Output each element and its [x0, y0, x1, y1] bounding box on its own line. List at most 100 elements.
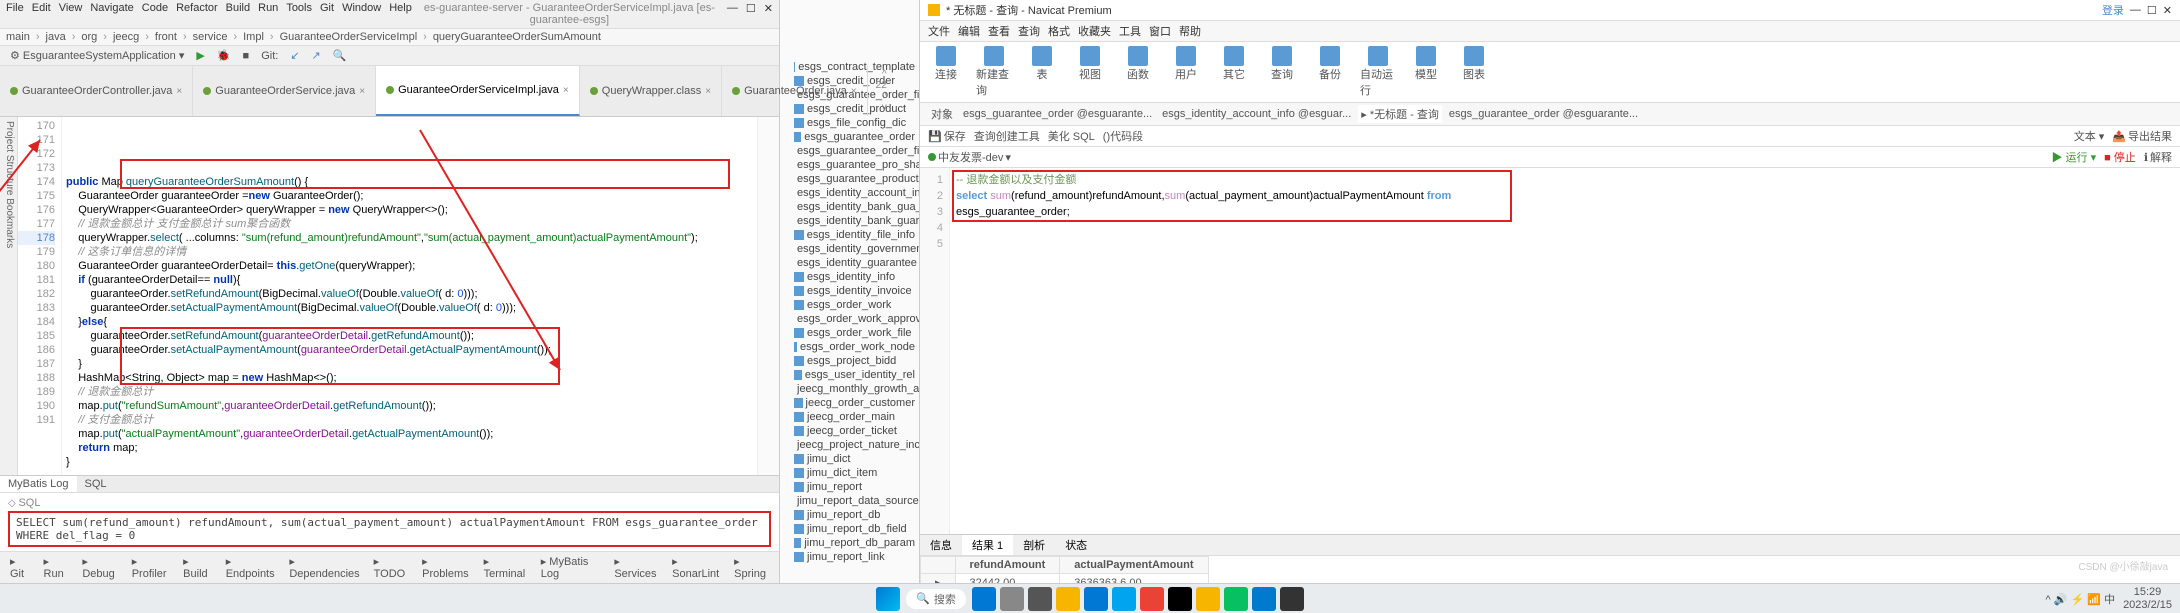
search-icon[interactable]: 🔍	[329, 48, 351, 63]
tree-item[interactable]: jeecg_project_nature_income	[780, 438, 919, 452]
nav-menu-item[interactable]: 帮助	[1179, 23, 1201, 39]
max-button[interactable]: ☐	[2147, 4, 2157, 17]
menu-edit[interactable]: Edit	[32, 2, 51, 26]
min-button[interactable]: —	[2130, 4, 2141, 16]
tree-item[interactable]: jimu_report_link	[780, 550, 919, 564]
tab-close-icon[interactable]: ×	[851, 86, 857, 97]
query-builder-button[interactable]: 查询创建工具	[974, 128, 1040, 144]
crumb-5[interactable]: service	[193, 31, 228, 43]
tree-item[interactable]: esgs_identity_bank_gua_rel	[780, 200, 919, 214]
tray-icon[interactable]: ⚡	[2071, 594, 2088, 606]
tree-item[interactable]: esgs_identity_invoice	[780, 284, 919, 298]
taskbar-explorer[interactable]	[1056, 587, 1080, 611]
col-header[interactable]: actualPaymentAmount	[1060, 557, 1208, 574]
tree-item[interactable]: esgs_identity_file_info	[780, 228, 919, 242]
crumb-4[interactable]: front	[155, 31, 177, 43]
tool-problems[interactable]: ▸ Problems	[418, 554, 473, 581]
min-button[interactable]: —	[727, 2, 738, 26]
tree-item[interactable]: jimu_dict	[780, 452, 919, 466]
tool-run[interactable]: ▸ Run	[40, 554, 73, 581]
toolbar-query[interactable]: 新建查询	[976, 46, 1012, 98]
tool-build[interactable]: ▸ Build	[179, 554, 216, 581]
nav-menu-item[interactable]: 窗口	[1149, 23, 1171, 39]
result-tab-3[interactable]: 状态	[1055, 535, 1097, 555]
tree-item[interactable]: esgs_project_bidd	[780, 354, 919, 368]
menu-refactor[interactable]: Refactor	[176, 2, 218, 26]
toolbar-backup[interactable]: 备份	[1312, 46, 1348, 98]
tree-item[interactable]: esgs_identity_bank_guarantee	[780, 214, 919, 228]
tree-item[interactable]: jimu_report_db_param	[780, 536, 919, 550]
explain-button[interactable]: ℹ 解释	[2144, 149, 2172, 165]
tray-icon[interactable]: 🔊	[2054, 594, 2071, 606]
menu-tools[interactable]: Tools	[286, 2, 312, 26]
menu-window[interactable]: Window	[342, 2, 381, 26]
toolbar-plug[interactable]: 连接	[928, 46, 964, 98]
tool-mybatislog[interactable]: ▸ MyBatis Log	[537, 554, 605, 581]
tree-item[interactable]: jimu_report_data_source	[780, 494, 919, 508]
menu-help[interactable]: Help	[389, 2, 412, 26]
minimap[interactable]	[757, 117, 779, 475]
toolbar-fx[interactable]: 函数	[1120, 46, 1156, 98]
run-button[interactable]: ▶ 运行 ▾	[2051, 149, 2096, 165]
tree-item[interactable]: jeecg_order_main	[780, 410, 919, 424]
nav-menu-item[interactable]: 查看	[988, 23, 1010, 39]
col-header[interactable]: refundAmount	[955, 557, 1060, 574]
tree-item[interactable]: esgs_guarantee_order	[780, 130, 919, 144]
menu-navigate[interactable]: Navigate	[90, 2, 133, 26]
editor-tab-3[interactable]: QueryWrapper.class×	[580, 66, 722, 116]
nav-menu-item[interactable]: 工具	[1119, 23, 1141, 39]
sql-code-area[interactable]: -- 退款金额以及支付金额select sum(refund_amount)re…	[950, 168, 2180, 534]
tree-item[interactable]: esgs_identity_government	[780, 242, 919, 256]
export-button[interactable]: 📤 导出结果	[2112, 128, 2172, 144]
tray-icon[interactable]: 📶	[2087, 594, 2104, 606]
result-tab-2[interactable]: 剖析	[1013, 535, 1055, 555]
taskbar-wechat[interactable]	[1224, 587, 1248, 611]
toolbar-other[interactable]: 其它	[1216, 46, 1252, 98]
toolbar-model[interactable]: 模型	[1408, 46, 1444, 98]
tree-item[interactable]: esgs_guarantee_pro_share	[780, 158, 919, 172]
log-tab-MyBatisLog[interactable]: MyBatis Log	[0, 476, 77, 492]
tree-item[interactable]: esgs_order_work	[780, 298, 919, 312]
tool-profiler[interactable]: ▸ Profiler	[128, 554, 173, 581]
taskbar-chrome[interactable]	[1140, 587, 1164, 611]
crumb-2[interactable]: org	[81, 31, 97, 43]
crumb-8[interactable]: queryGuaranteeOrderSumAmount	[433, 31, 601, 43]
menu-file[interactable]: File	[6, 2, 24, 26]
menu-git[interactable]: Git	[320, 2, 334, 26]
menu-build[interactable]: Build	[226, 2, 250, 26]
conn-tab-1[interactable]: esgs_guarantee_order @esguarante...	[960, 107, 1155, 121]
code-editor[interactable]: public Map queryGuaranteeOrderSumAmount(…	[62, 117, 757, 475]
editor-tab-1[interactable]: GuaranteeOrderService.java×	[193, 66, 376, 116]
nav-menu-item[interactable]: 文件	[928, 23, 950, 39]
snippet-button[interactable]: ()代码段	[1103, 128, 1143, 144]
conn-selector[interactable]: 中友发票-dev ▾	[928, 149, 1011, 165]
tool-dependencies[interactable]: ▸ Dependencies	[285, 554, 363, 581]
nav-menu-item[interactable]: 查询	[1018, 23, 1040, 39]
tree-item[interactable]: jeecg_order_ticket	[780, 424, 919, 438]
stop-button[interactable]: ■	[239, 49, 254, 63]
toolbar-search[interactable]: 查询	[1264, 46, 1300, 98]
tree-item[interactable]: esgs_order_work_approve	[780, 312, 919, 326]
tree-item[interactable]: jeecg_monthly_growth_analysis	[780, 382, 919, 396]
git-update-icon[interactable]: ↙	[286, 48, 303, 63]
debug-button[interactable]: 🐞	[213, 48, 235, 63]
conn-tab-3[interactable]: ▸ *无标题 - 查询	[1358, 105, 1442, 123]
max-button[interactable]: ☐	[746, 2, 756, 26]
conn-tab-0[interactable]: 对象	[928, 105, 956, 123]
taskbar-search[interactable]: 🔍 搜索	[906, 589, 966, 609]
result-tab-1[interactable]: 结果 1	[962, 535, 1013, 555]
taskbar-start[interactable]	[972, 587, 996, 611]
crumb-3[interactable]: jeecg	[113, 31, 139, 43]
sql-editor[interactable]: 12345 -- 退款金额以及支付金额select sum(refund_amo…	[920, 168, 2180, 534]
editor-tab-4[interactable]: GuaranteeOrder.java×	[722, 66, 868, 116]
run-button[interactable]: ▶	[192, 48, 208, 63]
clock[interactable]: 15:29 2023/2/15	[2123, 586, 2172, 610]
toolbar-user[interactable]: 用户	[1168, 46, 1204, 98]
editor-tab-0[interactable]: GuaranteeOrderController.java×	[0, 66, 193, 116]
nav-menu-item[interactable]: 编辑	[958, 23, 980, 39]
conn-tab-4[interactable]: esgs_guarantee_order @esguarante...	[1446, 107, 1641, 121]
tab-close-icon[interactable]: ×	[176, 86, 182, 97]
conn-tab-2[interactable]: esgs_identity_account_info @esguar...	[1159, 107, 1354, 121]
tray-icon[interactable]: ^	[2046, 594, 2054, 606]
taskbar-terminal[interactable]	[1280, 587, 1304, 611]
